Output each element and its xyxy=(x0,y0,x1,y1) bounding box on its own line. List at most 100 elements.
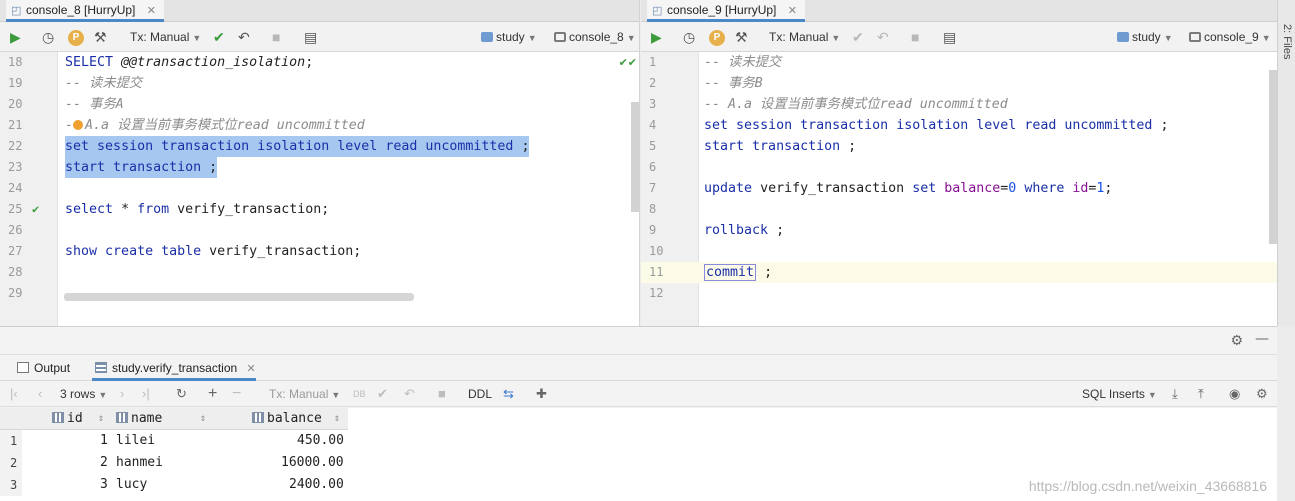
pin-icon[interactable]: ✚ xyxy=(536,386,547,402)
lightbulb-icon[interactable] xyxy=(73,120,84,130)
console-selector[interactable]: console_9 ▼ xyxy=(1189,28,1271,46)
parameters-icon[interactable]: P xyxy=(709,30,725,46)
row-count-dropdown[interactable]: 3 rows ▼ xyxy=(60,386,107,402)
tab-title: console_9 [HurryUp] xyxy=(667,3,777,17)
console-icon xyxy=(554,32,566,42)
cell-id[interactable]: 1 xyxy=(100,430,108,452)
export-format-dropdown[interactable]: SQL Inserts ▼ xyxy=(1082,386,1157,402)
wrench-icon[interactable]: ⚒ xyxy=(94,28,107,46)
tx-mode-label: Tx: Manual xyxy=(769,30,829,44)
wrench-icon[interactable]: ⚒ xyxy=(735,28,748,46)
code-editor[interactable]: 1 -- 读未提交 2 -- 事务B 3 -- A.a 设置当前事务模式位rea… xyxy=(641,52,1277,326)
cell-name[interactable]: hanmei xyxy=(116,452,163,474)
column-header-id[interactable]: id ⇕ xyxy=(52,408,104,430)
view-icon[interactable]: ◉ xyxy=(1229,386,1240,402)
tab-table-result[interactable]: study.verify_transaction ✕ xyxy=(92,355,256,381)
tab-console-8[interactable]: ◰ console_8 [HurryUp] ✕ xyxy=(6,0,164,22)
code-editor[interactable]: ✔✔ 18 SELECT @@transaction_isolation; 19… xyxy=(0,52,639,326)
column-header-balance[interactable]: balance ⇕ xyxy=(252,408,340,430)
code-comment: -- 事务A xyxy=(65,97,124,112)
close-icon[interactable]: ✕ xyxy=(788,5,797,17)
ddl-button[interactable]: DDL xyxy=(468,386,492,402)
history-icon[interactable]: ◷ xyxy=(683,28,695,46)
close-icon[interactable]: ✕ xyxy=(247,363,256,375)
tool-window-header: ⚙ — xyxy=(0,327,1277,355)
minimize-icon[interactable]: — xyxy=(1255,331,1269,347)
files-tool-button[interactable]: 2: Files xyxy=(1281,24,1293,59)
horizontal-scrollbar[interactable] xyxy=(64,293,414,301)
submit-db-icon[interactable]: DB xyxy=(353,386,366,402)
stop-icon[interactable]: ■ xyxy=(911,28,919,46)
stop-icon[interactable]: ■ xyxy=(438,386,446,402)
tx-mode-dropdown[interactable]: Tx: Manual ▼ xyxy=(130,28,201,46)
parameters-icon[interactable]: P xyxy=(68,30,84,46)
schema-selector[interactable]: study ▼ xyxy=(481,28,537,46)
commit-icon[interactable]: ✔ xyxy=(852,28,864,46)
run-icon[interactable]: ▶ xyxy=(651,28,662,46)
refresh-icon[interactable]: ↻ xyxy=(176,386,187,402)
cell-name[interactable]: lucy xyxy=(116,474,147,496)
column-label: id xyxy=(67,411,83,426)
sort-icon[interactable]: ⇕ xyxy=(334,408,340,430)
compare-icon[interactable]: ⇆ xyxy=(503,386,514,402)
console-selector[interactable]: console_8 ▼ xyxy=(554,28,636,46)
cell-balance[interactable]: 16000.00 xyxy=(281,452,344,474)
gear-icon[interactable]: ⚙ xyxy=(1230,333,1243,349)
ide-window: ◰ console_8 [HurryUp] ✕ ▶ ◷ P ⚒ Tx: Manu… xyxy=(0,0,1295,501)
table-row[interactable]: 2 2 hanmei 16000.00 xyxy=(0,452,348,474)
sort-icon[interactable]: ⇕ xyxy=(200,408,206,430)
last-page-icon[interactable]: ›| xyxy=(142,386,150,402)
rollback-icon[interactable]: ↶ xyxy=(404,386,415,402)
table-view-icon[interactable]: ▤ xyxy=(943,28,956,46)
table-view-icon[interactable]: ▤ xyxy=(304,28,317,46)
line-number: 29 xyxy=(8,286,23,300)
rollback-icon[interactable]: ↶ xyxy=(238,28,250,46)
vertical-scrollbar[interactable] xyxy=(1269,70,1277,244)
close-icon[interactable]: ✕ xyxy=(147,5,156,17)
sort-icon[interactable]: ⇕ xyxy=(98,408,104,430)
stop-icon[interactable]: ■ xyxy=(272,28,280,46)
editor-pane-console-9: ◰ console_9 [HurryUp] ✕ ▶ ◷ P ⚒ Tx: Manu… xyxy=(641,0,1277,326)
console-icon xyxy=(1189,32,1201,42)
row-count-label: 3 rows xyxy=(60,387,96,401)
editor-pane-console-8: ◰ console_8 [HurryUp] ✕ ▶ ◷ P ⚒ Tx: Manu… xyxy=(0,0,640,326)
tab-console-9[interactable]: ◰ console_9 [HurryUp] ✕ xyxy=(647,0,805,22)
next-page-icon[interactable]: › xyxy=(120,386,124,402)
table-row[interactable]: 1 1 lilei 450.00 xyxy=(0,430,348,452)
cell-balance[interactable]: 450.00 xyxy=(297,430,344,452)
line-number: 6 xyxy=(649,160,657,174)
cell-balance[interactable]: 2400.00 xyxy=(289,474,344,496)
cell-id[interactable]: 3 xyxy=(100,474,108,496)
code-token: ; xyxy=(1160,118,1169,133)
table-row[interactable]: 3 3 lucy 2400.00 xyxy=(0,474,348,496)
first-page-icon[interactable]: |‹ xyxy=(10,386,18,402)
add-row-icon[interactable]: + xyxy=(208,386,217,402)
chevron-down-icon: ▼ xyxy=(626,33,636,43)
line-number: 3 xyxy=(649,97,657,111)
line-number: 11 xyxy=(649,265,664,279)
code-token: 0 xyxy=(1008,181,1017,196)
cell-name[interactable]: lilei xyxy=(116,430,155,452)
prev-page-icon[interactable]: ‹ xyxy=(38,386,42,402)
gear-icon[interactable]: ⚙ xyxy=(1256,386,1268,402)
column-icon xyxy=(52,412,64,423)
export-icon[interactable]: ⤓ xyxy=(1172,386,1178,402)
schema-selector[interactable]: study ▼ xyxy=(1117,28,1173,46)
rollback-icon[interactable]: ↶ xyxy=(877,28,889,46)
tab-output[interactable]: Output xyxy=(14,355,70,381)
cell-id[interactable]: 2 xyxy=(100,452,108,474)
column-header-name[interactable]: name ⇕ xyxy=(116,408,206,430)
run-icon[interactable]: ▶ xyxy=(10,28,21,46)
chevron-down-icon: ▼ xyxy=(98,390,108,400)
vertical-scrollbar[interactable] xyxy=(631,102,639,212)
import-icon[interactable]: ⤒ xyxy=(1198,386,1204,402)
tx-mode-dropdown[interactable]: Tx: Manual ▼ xyxy=(269,386,340,402)
commit-icon[interactable]: ✔ xyxy=(213,28,225,46)
tx-mode-dropdown[interactable]: Tx: Manual ▼ xyxy=(769,28,840,46)
tab-label: study.verify_transaction xyxy=(112,361,238,375)
commit-icon[interactable]: ✔ xyxy=(377,386,388,402)
result-grid[interactable]: id ⇕ name ⇕ balance ⇕ 1 1 lilei 450.00 2 2 … xyxy=(0,408,1277,501)
history-icon[interactable]: ◷ xyxy=(42,28,54,46)
watermark-url: https://blog.csdn.net/weixin_43668816 xyxy=(1028,478,1267,494)
remove-row-icon[interactable]: − xyxy=(232,386,241,402)
